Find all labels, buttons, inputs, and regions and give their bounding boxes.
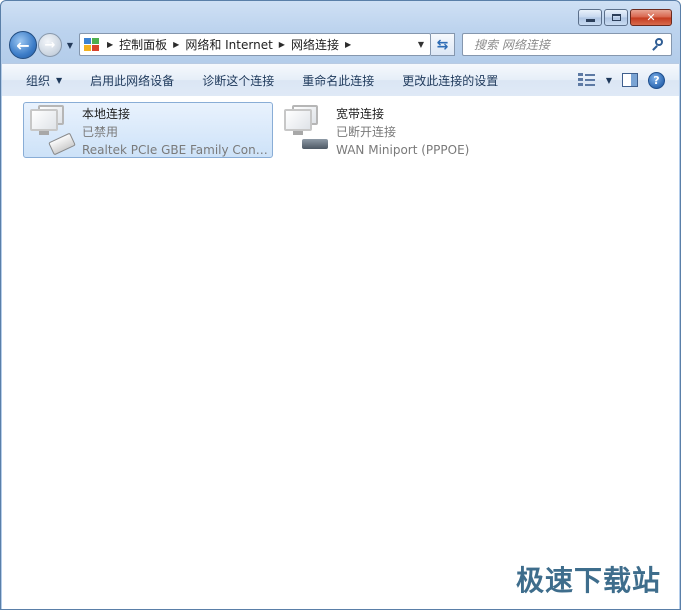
connection-status: 已断开连接 xyxy=(336,125,397,139)
refresh-button[interactable]: ⇆ xyxy=(431,33,455,56)
connection-item-broadband[interactable]: 宽带连接 已断开连接 WAN Miniport (PPPOE) xyxy=(277,102,517,158)
connection-device: WAN Miniport (PPPOE) xyxy=(336,143,470,157)
connection-item-local[interactable]: 本地连接 已禁用 Realtek PCIe GBE Family Control… xyxy=(23,102,273,158)
diagnose-label: 诊断这个连接 xyxy=(202,73,275,88)
change-view-icon[interactable] xyxy=(577,72,596,88)
breadcrumb-separator-icon[interactable]: ▶ xyxy=(339,40,357,49)
chevron-down-icon: ▼ xyxy=(56,75,63,85)
help-icon[interactable]: ? xyxy=(648,71,665,89)
back-button[interactable]: ← xyxy=(9,31,37,59)
explorer-window: ✕ ← → ▼ ▶ 控制面板 ▶ 网络和 Internet ▶ 网络连接 ▶ ▼… xyxy=(0,0,681,610)
back-arrow-icon: ← xyxy=(16,35,30,55)
command-bar: 组织 ▼ 启用此网络设备 诊断这个连接 重命名此连接 更改此连接的设置 ▼ ? xyxy=(2,63,679,97)
address-bar[interactable]: ▶ 控制面板 ▶ 网络和 Internet ▶ 网络连接 ▶ ▼ xyxy=(79,33,431,56)
breadcrumb-network-connections[interactable]: 网络连接 xyxy=(291,36,339,53)
minimize-button[interactable] xyxy=(578,9,602,26)
view-options-dropdown-icon[interactable]: ▼ xyxy=(606,76,612,85)
change-settings-label: 更改此连接的设置 xyxy=(402,73,499,88)
enable-device-label: 启用此网络设备 xyxy=(90,73,175,88)
recent-pages-dropdown[interactable]: ▼ xyxy=(65,39,75,51)
diagnose-button[interactable]: 诊断这个连接 xyxy=(188,68,288,92)
minimize-icon xyxy=(585,19,595,22)
search-input[interactable] xyxy=(472,36,651,53)
broadband-modem-icon xyxy=(280,105,332,157)
organize-label: 组织 xyxy=(26,73,51,88)
enable-device-button[interactable]: 启用此网络设备 xyxy=(76,68,188,92)
rename-label: 重命名此连接 xyxy=(302,73,375,88)
maximize-icon xyxy=(611,14,621,21)
connection-name: 宽带连接 xyxy=(336,107,385,121)
connection-name: 本地连接 xyxy=(82,107,131,121)
forward-button[interactable]: → xyxy=(38,33,62,57)
site-watermark: 极速下载站 xyxy=(515,564,661,597)
breadcrumb-separator-icon[interactable]: ▶ xyxy=(273,40,291,49)
navigation-row: ← → ▼ ▶ 控制面板 ▶ 网络和 Internet ▶ 网络连接 ▶ ▼ ⇆ xyxy=(9,31,672,59)
chevron-down-icon: ▼ xyxy=(417,40,425,49)
rename-button[interactable]: 重命名此连接 xyxy=(288,68,388,92)
close-button[interactable]: ✕ xyxy=(630,9,672,26)
address-dropdown[interactable]: ▼ xyxy=(412,34,430,55)
change-settings-button[interactable]: 更改此连接的设置 xyxy=(388,68,512,92)
caption-buttons: ✕ xyxy=(578,9,672,26)
connection-status: 已禁用 xyxy=(82,125,119,139)
wired-network-adapter-icon xyxy=(26,105,78,157)
breadcrumb-separator-icon[interactable]: ▶ xyxy=(101,40,119,49)
maximize-button[interactable] xyxy=(604,9,628,26)
control-panel-icon xyxy=(83,37,101,53)
close-icon: ✕ xyxy=(646,11,656,24)
breadcrumb-separator-icon[interactable]: ▶ xyxy=(167,40,185,49)
breadcrumb-control-panel[interactable]: 控制面板 xyxy=(119,36,167,53)
search-box[interactable] xyxy=(462,33,672,56)
search-icon[interactable] xyxy=(651,37,667,53)
connections-list: 本地连接 已禁用 Realtek PCIe GBE Family Control… xyxy=(2,96,679,609)
forward-arrow-icon: → xyxy=(44,37,56,53)
breadcrumb-network-internet[interactable]: 网络和 Internet xyxy=(185,36,272,53)
chevron-down-icon: ▼ xyxy=(66,40,74,50)
refresh-icon: ⇆ xyxy=(436,36,449,53)
connection-device: Realtek PCIe GBE Family Controller xyxy=(82,143,270,157)
command-bar-right: ▼ ? xyxy=(577,71,679,89)
preview-pane-icon[interactable] xyxy=(622,73,638,87)
organize-button[interactable]: 组织 ▼ xyxy=(2,68,76,92)
